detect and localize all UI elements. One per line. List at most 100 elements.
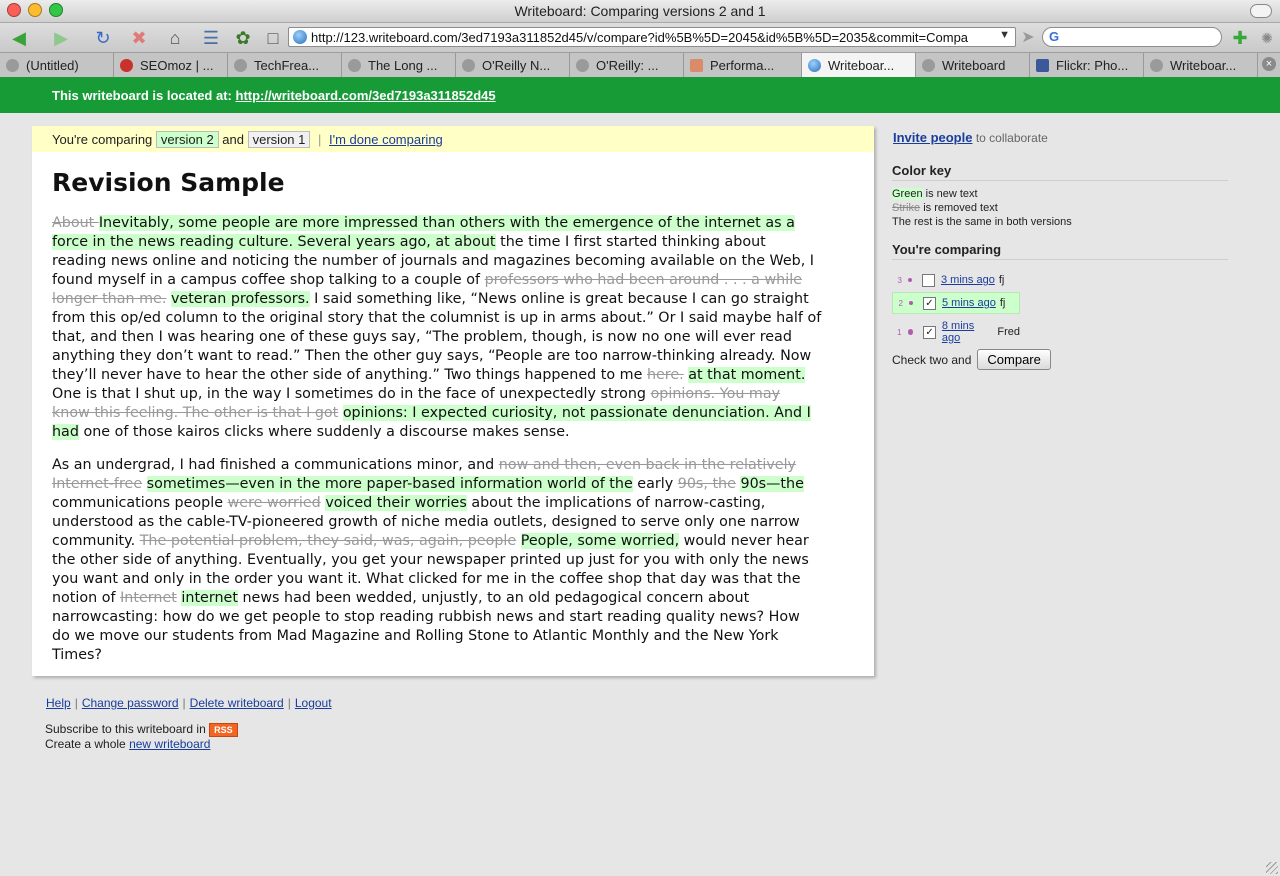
create-row: Create a whole new writeboard	[45, 736, 211, 751]
tab-seomoz[interactable]: SEOmoz | ...	[114, 53, 228, 77]
removed-text: were worried	[227, 495, 321, 511]
compare-and: and	[222, 132, 244, 147]
compare-prefix: You're comparing	[52, 132, 153, 147]
logout-link[interactable]: Logout	[295, 696, 332, 710]
version-2-author: fj	[999, 297, 1006, 309]
tab-writeboard-2[interactable]: Writeboar...	[1144, 53, 1258, 77]
seomoz-icon	[120, 58, 133, 72]
version-dot-icon	[909, 301, 913, 305]
unchanged-text: early	[632, 476, 678, 492]
tab-oreilly[interactable]: O'Reilly: ...	[570, 53, 684, 77]
help-link[interactable]: Help	[46, 696, 71, 710]
inserted-text: People, some worried,	[520, 533, 680, 549]
writeboard-url-link[interactable]: http://writeboard.com/3ed7193a311852d45	[236, 88, 496, 103]
removed-text: About	[52, 215, 99, 231]
paragraph: About Inevitably, some people are more i…	[52, 214, 822, 442]
leaf-icon[interactable]: ✿	[232, 27, 254, 49]
document-title: Revision Sample	[52, 168, 285, 197]
inserted-text: internet	[181, 590, 238, 606]
subscribe-row: Subscribe to this writeboard in RSS	[45, 722, 332, 737]
unchanged-text: As an undergrad, I had finished a commun…	[52, 457, 499, 473]
version-3-time-link[interactable]: 3 mins ago	[941, 274, 995, 286]
inserted-text: 90s—the	[740, 476, 804, 492]
page-icon	[348, 58, 361, 72]
resize-grip-icon[interactable]	[1266, 862, 1278, 874]
version-row: 1 ✓ 8 mins ago Fred	[897, 320, 1021, 344]
unchanged-text: One is that I shut up, in the way I some…	[52, 386, 651, 402]
rss-icon[interactable]: RSS	[209, 722, 238, 737]
search-input[interactable]: G	[1042, 27, 1222, 47]
tab-techfreak[interactable]: TechFrea...	[228, 53, 342, 77]
home-icon[interactable]: ⌂	[164, 27, 186, 49]
back-icon[interactable]: ◀	[8, 27, 30, 49]
window-title: Writeboard: Comparing versions 2 and 1	[514, 3, 766, 19]
tab-untitled[interactable]: (Untitled)	[0, 53, 114, 77]
version-2-checkbox[interactable]: ✓	[923, 296, 936, 310]
url-bar[interactable]: http://123.writeboard.com/3ed7193a311852…	[288, 27, 1016, 47]
done-comparing-link[interactable]: I'm done comparing	[329, 132, 443, 147]
window-titlebar: Writeboard: Comparing versions 2 and 1	[0, 0, 1280, 23]
invite-row: Invite people to collaborate	[893, 130, 1048, 145]
page-icon	[234, 58, 247, 72]
site-globe-icon	[293, 30, 307, 44]
delete-writeboard-link[interactable]: Delete writeboard	[190, 696, 284, 710]
url-text[interactable]: http://123.writeboard.com/3ed7193a311852…	[311, 30, 991, 45]
new-writeboard-link[interactable]: new writeboard	[129, 737, 210, 751]
footer-links: Help | Change password | Delete writeboard | L…	[46, 696, 332, 710]
tab-writeboard-active[interactable]: Writeboar...	[802, 53, 916, 77]
version-row: 3 3 mins ago fj	[897, 273, 1005, 287]
tab-oreilly-news[interactable]: O'Reilly N...	[456, 53, 570, 77]
tab-performance[interactable]: Performa...	[684, 53, 802, 77]
invite-people-link[interactable]: Invite people	[893, 130, 972, 145]
tab-the-long[interactable]: The Long ...	[342, 53, 456, 77]
facebook-icon	[1036, 58, 1049, 72]
tab-bar: (Untitled) SEOmoz | ... TechFrea... The …	[0, 52, 1280, 78]
unchanged-text	[142, 476, 147, 492]
toolbar-toggle-button[interactable]	[1250, 4, 1272, 18]
google-icon[interactable]: G	[1049, 29, 1059, 44]
removed-text: 90s, the	[677, 476, 736, 492]
removed-text: The potential problem, they said, was, a…	[139, 533, 517, 549]
add-icon[interactable]: ✚	[1229, 27, 1251, 49]
compare-row: Check two and Compare	[892, 349, 1051, 370]
compare-bar: You're comparing version 2 and version 1…	[32, 126, 874, 152]
version-2-time-link[interactable]: 5 mins ago	[942, 297, 996, 309]
go-icon[interactable]: ➤	[1017, 27, 1039, 49]
doc-icon	[690, 58, 703, 72]
location-label: This writeboard is located at:	[52, 88, 232, 103]
location-bar: This writeboard is located at: http://wr…	[0, 77, 1280, 113]
footer: Help | Change password | Delete writeboard | L…	[45, 696, 332, 751]
stop-icon[interactable]: ✖	[128, 27, 150, 49]
version-1-time-link[interactable]: 8 mins ago	[942, 320, 994, 344]
navigation-toolbar: ◀ ▶ ↻ ✖ ⌂ ☰ ✿ □ http://123.writeboard.co…	[0, 23, 1280, 52]
page-icon	[1150, 58, 1163, 72]
version-dot-icon	[907, 329, 914, 335]
tab-writeboard[interactable]: Writeboard	[916, 53, 1030, 77]
url-dropdown-icon[interactable]: ▼	[999, 29, 1010, 41]
invite-suffix: to collaborate	[975, 131, 1048, 145]
close-tab-icon[interactable]: ×	[1262, 57, 1276, 71]
page-icon	[462, 58, 475, 72]
inserted-text: voiced their worries	[325, 495, 467, 511]
version-dot-icon	[908, 278, 912, 282]
version-1-checkbox[interactable]: ✓	[923, 325, 936, 339]
new-version-badge: version 2	[155, 131, 219, 148]
check-two-label: Check two and	[892, 352, 972, 367]
version-row-selected: 2 ✓ 5 mins ago fj	[892, 292, 1020, 314]
color-key-strike: Strike is removed text	[892, 202, 998, 214]
document-panel: You're comparing version 2 and version 1…	[32, 126, 874, 676]
page-icon	[576, 58, 589, 72]
blank-icon	[6, 58, 19, 72]
change-password-link[interactable]: Change password	[82, 696, 179, 710]
bookmarks-icon[interactable]: ☰	[200, 27, 222, 49]
compare-button[interactable]: Compare	[977, 349, 1051, 370]
tab-flickr[interactable]: Flickr: Pho...	[1030, 53, 1144, 77]
color-key-green: Green is new text	[892, 188, 978, 200]
inserted-text: at that moment.	[688, 367, 806, 383]
forward-icon[interactable]: ▶	[50, 27, 72, 49]
page-icon	[922, 58, 935, 72]
reload-icon[interactable]: ↻	[92, 27, 114, 49]
removed-text: Internet	[120, 590, 177, 606]
page-icon[interactable]: □	[262, 27, 284, 49]
version-3-checkbox[interactable]	[922, 273, 935, 287]
